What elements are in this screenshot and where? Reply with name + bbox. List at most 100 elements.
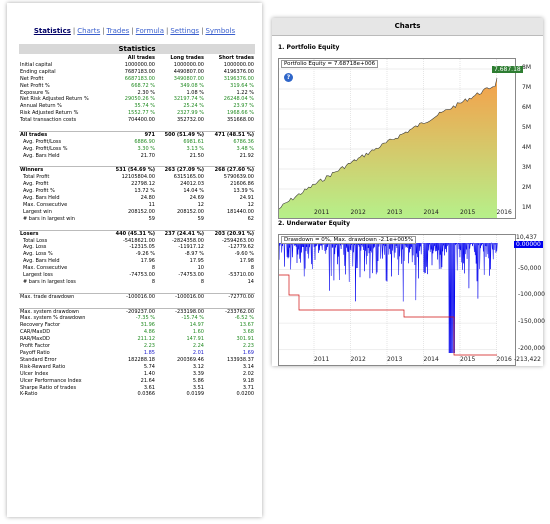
underwater-bars xyxy=(279,242,498,354)
stat-row: Recovery Factor 31.96 14.97 13.67 xyxy=(19,322,255,329)
stat-row: Avg. Loss % -9.26 % -8.97 % -9.60 % xyxy=(19,251,255,258)
stat-label: Net Risk Adjusted Return % xyxy=(20,96,89,103)
stat-value-short: 3.68 xyxy=(242,329,254,336)
nav-link-symbols[interactable]: Symbols xyxy=(205,27,235,35)
charts-panel: Charts 1. Portfolio Equity Portfolio Equ… xyxy=(272,18,545,366)
stat-value-long: 8 xyxy=(200,278,204,285)
equity-y-tick: 6M xyxy=(522,104,531,111)
stat-row: Avg. Bars Held 17.96 17.95 17.98 xyxy=(19,258,255,265)
stat-value-long: 25.24 % xyxy=(183,103,204,110)
stat-row: Losers 440 (45.31 %) 237 (24.41 %) 203 (20.… xyxy=(19,229,255,238)
stat-row: Risk-Reward Ratio 5.74 3.12 3.14 xyxy=(19,364,255,371)
nav-link-settings[interactable]: Settings xyxy=(170,27,199,35)
equity-area xyxy=(279,78,497,218)
stat-value-long: 10 xyxy=(197,265,204,272)
stat-value-short: 181440.00 xyxy=(226,208,254,215)
stat-row: Ulcer Performance Index 21.64 5.86 9.18 xyxy=(19,378,255,385)
stat-label: Max. Consecutive xyxy=(23,265,68,272)
stat-value-short xyxy=(205,160,255,167)
underwater-x-tick: 2014 xyxy=(423,356,439,363)
stat-row: Max. system % drawdown -7.35 % -15.74 % -6.… xyxy=(19,315,255,322)
stat-value-short: 203 (20.91 %) xyxy=(205,229,255,238)
stat-value-long: -2824358.00 xyxy=(171,237,204,244)
stat-value-short: 471 (48.51 %) xyxy=(205,130,255,139)
column-header-row: All trades Long trades Short trades xyxy=(19,55,255,62)
stat-label xyxy=(19,301,107,308)
statistics-table: All trades Long trades Short trades Init… xyxy=(19,55,255,398)
nav-link-statistics[interactable]: Statistics xyxy=(34,27,71,35)
stat-label: Recovery Factor xyxy=(20,322,61,329)
stat-row: Ulcer Index 1.40 3.39 2.02 xyxy=(19,371,255,378)
stat-row: Max. Consecutive 8 10 8 xyxy=(19,265,255,272)
stat-value-all: 8 xyxy=(151,265,155,272)
equity-chart[interactable]: Portfolio Equity = 7.68718e+006 ? xyxy=(278,58,516,219)
stat-row: Max. trade drawdown -100016.00 -100016.00-… xyxy=(19,292,255,301)
stat-label: Winners xyxy=(19,166,107,175)
stat-label: Avg. Bars Held xyxy=(23,195,60,202)
stat-value-all xyxy=(107,223,156,230)
underwater-x-tick: 2012 xyxy=(350,356,366,363)
spacer-row xyxy=(19,286,255,293)
stat-value-short: 2.23 xyxy=(242,343,254,350)
help-icon[interactable]: ? xyxy=(284,73,293,82)
stat-label: Total Profit xyxy=(23,174,50,181)
stat-value-all: -9.26 % xyxy=(135,251,155,258)
stat-value-all: 35.74 % xyxy=(134,103,155,110)
equity-legend: Portfolio Equity = 7.68718e+006 xyxy=(281,60,379,68)
stat-value-long: 5.86 xyxy=(192,377,204,384)
stat-label: Ulcer Index xyxy=(20,370,49,377)
stat-label: Risk-Reward Ratio xyxy=(20,363,66,370)
stat-value-long xyxy=(156,124,205,131)
stat-label: Avg. Bars Held xyxy=(23,152,60,159)
underwater-chart-svg xyxy=(279,235,498,365)
stat-value-long: 1.08 % xyxy=(186,89,204,96)
stat-value-short: 21.92 xyxy=(239,152,254,159)
stat-value-all: 8 xyxy=(151,278,155,285)
stat-row: Exposure % 2.30 % 1.08 % 1.22 % xyxy=(19,90,255,97)
stat-row: Initial capital 1000000.00 1000000.00 10000… xyxy=(19,62,255,69)
stat-value-short: 0.0200 xyxy=(236,391,255,398)
stat-value-all: 4.86 xyxy=(143,329,155,336)
stat-row: Avg. Profit/Loss 6886.90 6981.61 6786.36 xyxy=(19,139,255,146)
stat-row: Avg. Bars Held 21.70 21.50 21.92 xyxy=(19,153,255,160)
equity-y-tick: 4M xyxy=(522,144,531,151)
stat-value-short: 5790639.00 xyxy=(223,174,254,181)
stat-label xyxy=(19,286,107,293)
stat-label: Avg. Profit xyxy=(23,181,49,188)
nav-link-charts[interactable]: Charts xyxy=(77,27,100,35)
stat-value-long: 6315165.00 xyxy=(173,174,204,181)
nav-link-formula[interactable]: Formula xyxy=(136,27,164,35)
report-nav: Statistics | Charts | Trades | Formula | Setting… xyxy=(33,27,236,35)
stat-value-short: -2594263.00 xyxy=(221,237,254,244)
underwater-chart[interactable]: Drawdown = 0%, Max. drawdown -2.1e+005% xyxy=(278,234,516,366)
stat-value-all xyxy=(107,124,156,131)
stat-label: Ending capital xyxy=(20,68,56,75)
nav-link-trades[interactable]: Trades xyxy=(107,27,130,35)
stat-label: Largest loss xyxy=(23,272,53,279)
stat-label: Initial capital xyxy=(20,61,53,68)
stat-value-long: 24.69 xyxy=(189,195,204,202)
stat-value-all: 2.23 xyxy=(143,343,155,350)
stat-row: Avg. Profit % 13.72 % 14.04 % 13.39 % xyxy=(19,188,255,195)
stat-value-short: 319.64 % xyxy=(230,82,254,89)
stat-label: # bars in largest win xyxy=(23,215,75,222)
stat-value-short: 14 xyxy=(247,278,254,285)
stat-row: Net Profit % 668.72 % 349.08 % 319.64 % xyxy=(19,83,255,90)
stat-value-all: -7.35 % xyxy=(135,315,155,322)
stat-row: Payoff Ratio 1.85 2.01 1.69 xyxy=(19,350,255,357)
stat-value-long: 500 (51.49 %) xyxy=(156,130,205,139)
stat-value-long: 0.0199 xyxy=(186,391,205,398)
stat-value-short: -72770.00 xyxy=(205,292,255,301)
stat-value-all: 22798.12 xyxy=(131,181,155,188)
stat-label: Avg. Bars Held xyxy=(23,258,60,265)
equity-y-tick: 7M xyxy=(522,84,531,91)
stat-value-all xyxy=(107,286,156,293)
stat-label: Net Profit % xyxy=(20,82,50,89)
stat-value-long xyxy=(156,223,205,230)
stat-value-short: -233762.00 xyxy=(205,307,255,316)
stat-value-long: 200369.46 xyxy=(176,356,204,363)
spacer-row xyxy=(19,223,255,230)
stat-value-short: 2.02 xyxy=(242,370,254,377)
stat-value-long: 32197.74 % xyxy=(173,96,204,103)
stat-label: Avg. Profit/Loss % xyxy=(23,145,68,152)
